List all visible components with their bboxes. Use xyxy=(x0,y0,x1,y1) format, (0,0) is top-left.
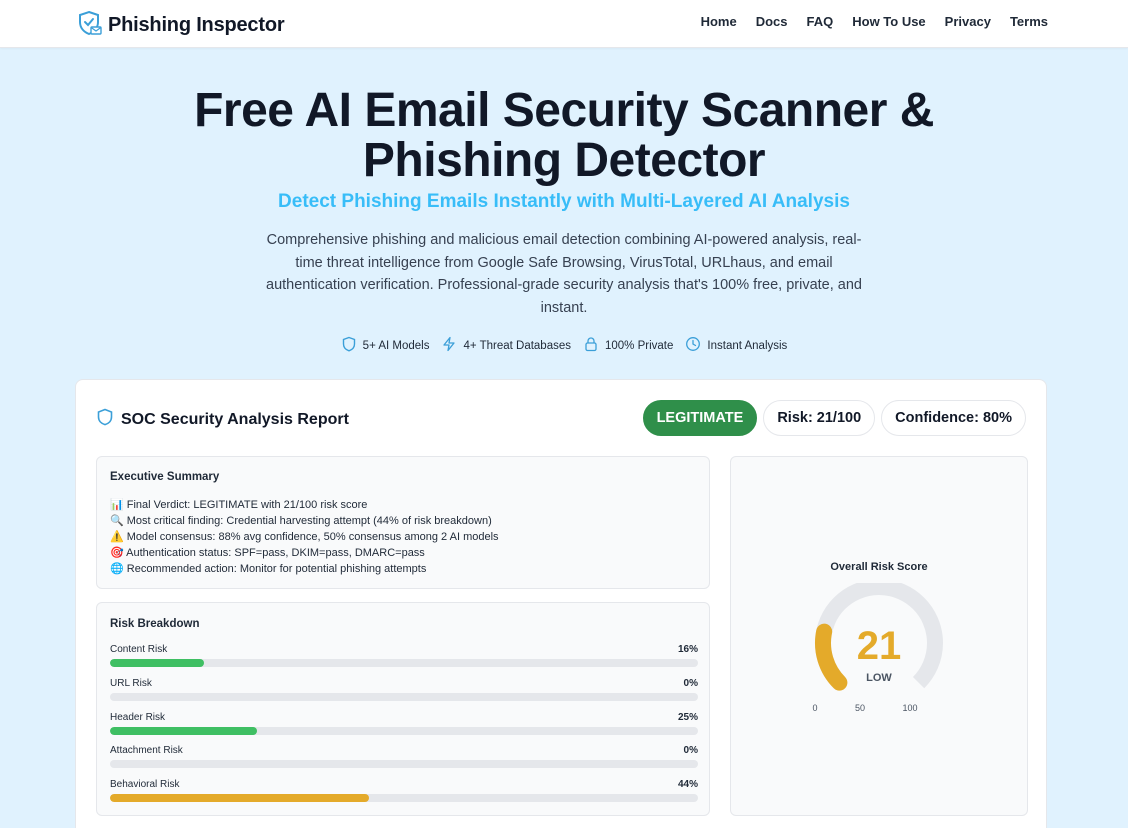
nav-docs[interactable]: Docs xyxy=(756,14,788,29)
risk-value: 44% xyxy=(677,779,698,790)
feature-label: 4+ Threat Databases xyxy=(463,339,571,352)
nav-terms[interactable]: Terms xyxy=(1010,14,1048,29)
gauge-tick-mid: 50 xyxy=(855,703,865,713)
gauge-title: Overall Risk Score xyxy=(830,561,928,573)
feature-private: 100% Private xyxy=(583,336,673,355)
risk-bar-fill xyxy=(110,727,257,735)
risk-value: 25% xyxy=(677,712,698,723)
shield-icon xyxy=(341,336,357,355)
feature-list: 5+ AI Models 4+ Threat Databases 100% Pr… xyxy=(0,336,1128,355)
feature-label: Instant Analysis xyxy=(707,339,788,352)
gauge-level: LOW xyxy=(866,672,892,684)
shield-icon xyxy=(96,408,114,431)
report-badges: LEGITIMATE Risk: 21/100 Confidence: 80% xyxy=(642,400,1026,436)
risk-label: Header Risk xyxy=(110,712,166,723)
lightning-icon xyxy=(441,336,457,355)
risk-breakdown-panel: Risk Breakdown Content Risk 16% URL Risk… xyxy=(96,602,710,816)
risk-value: 0% xyxy=(683,745,698,756)
risk-bar-track xyxy=(110,659,698,667)
nav-how-to-use[interactable]: How To Use xyxy=(852,14,925,29)
confidence-badge: Confidence: 80% xyxy=(881,400,1026,436)
gauge-tick-min: 0 xyxy=(812,703,817,713)
gauge-tick-max: 100 xyxy=(902,703,917,713)
risk-bar-fill xyxy=(110,659,205,667)
risk-value: 16% xyxy=(677,644,698,655)
risk-badge: Risk: 21/100 xyxy=(763,400,876,436)
lock-icon xyxy=(583,336,599,355)
risk-label: Behavioral Risk xyxy=(110,779,180,790)
feature-ai-models: 5+ AI Models xyxy=(341,336,430,355)
feature-label: 5+ AI Models xyxy=(362,339,430,352)
nav-faq[interactable]: FAQ xyxy=(807,14,834,29)
summary-line-critical-finding: 🔍 Most critical finding: Credential harv… xyxy=(110,515,492,527)
executive-summary-list: 📊 Final Verdict: LEGITIMATE with 21/100 … xyxy=(110,497,499,577)
executive-summary-title: Executive Summary xyxy=(110,471,220,483)
risk-bar-track xyxy=(110,794,698,802)
risk-label: URL Risk xyxy=(110,678,152,689)
verdict-badge: LEGITIMATE xyxy=(642,400,758,436)
hero-subtitle: Detect Phishing Emails Instantly with Mu… xyxy=(278,191,850,212)
nav-privacy[interactable]: Privacy xyxy=(945,14,991,29)
brand-logo-link[interactable]: Phishing Inspector xyxy=(78,10,285,41)
hero-description: Comprehensive phishing and malicious ema… xyxy=(266,232,862,316)
summary-line-verdict: 📊 Final Verdict: LEGITIMATE with 21/100 … xyxy=(110,499,368,511)
risk-bar-fill xyxy=(110,794,369,802)
clock-icon xyxy=(685,336,701,355)
shield-mail-logo-icon xyxy=(78,10,102,41)
brand-name: Phishing Inspector xyxy=(108,14,285,36)
summary-line-model-consensus: ⚠️ Model consensus: 88% avg confidence, … xyxy=(110,531,499,543)
summary-line-authentication: 🎯 Authentication status: SPF=pass, DKIM=… xyxy=(110,547,425,559)
feature-instant: Instant Analysis xyxy=(685,336,787,355)
top-navbar: Phishing Inspector Home Docs FAQ How To … xyxy=(0,0,1128,48)
nav-home[interactable]: Home xyxy=(701,14,737,29)
risk-label: Attachment Risk xyxy=(110,745,183,756)
risk-label: Content Risk xyxy=(110,644,168,655)
hero-title: Free AI Email Security Scanner & Phishin… xyxy=(0,86,1128,186)
executive-summary-panel: Executive Summary 📊 Final Verdict: LEGIT… xyxy=(96,456,710,589)
risk-bar-track xyxy=(110,693,698,701)
overall-risk-score-panel: Overall Risk Score 21 LOW 0 50 100 xyxy=(730,456,1028,816)
risk-value: 0% xyxy=(683,678,698,689)
risk-bar-track xyxy=(110,727,698,735)
soc-report-card: SOC Security Analysis Report LEGITIMATE … xyxy=(75,379,1047,828)
main-nav: Home Docs FAQ How To Use Privacy Terms xyxy=(701,14,1048,29)
report-title: SOC Security Analysis Report xyxy=(121,410,349,428)
gauge-score: 21 xyxy=(857,624,902,668)
summary-line-recommended-action: 🌐 Recommended action: Monitor for potent… xyxy=(110,563,427,575)
feature-label: 100% Private xyxy=(605,339,674,352)
hero-title-line-1: Free AI Email Security Scanner & xyxy=(194,84,934,137)
feature-threat-databases: 4+ Threat Databases xyxy=(441,336,571,355)
report-header: SOC Security Analysis Report xyxy=(96,408,349,431)
gauge-fill xyxy=(815,623,848,691)
risk-bar-track xyxy=(110,760,698,768)
risk-breakdown-title: Risk Breakdown xyxy=(110,618,200,630)
risk-gauge: 21 LOW 0 50 100 xyxy=(812,583,943,713)
hero-title-line-2: Phishing Detector xyxy=(362,134,766,187)
